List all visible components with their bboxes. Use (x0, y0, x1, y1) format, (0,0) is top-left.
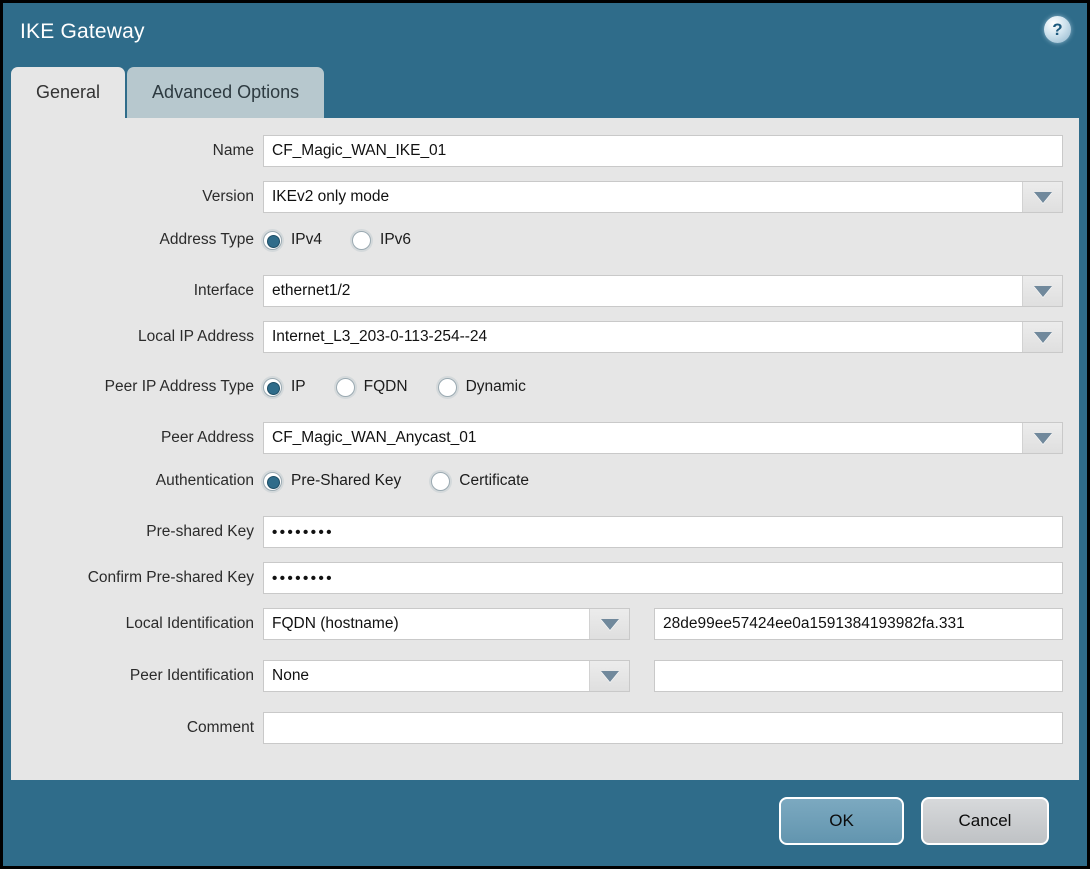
comment-label: Comment (186, 719, 254, 736)
chevron-down-icon (1033, 191, 1052, 203)
local-identification-type-dropdown[interactable] (263, 608, 630, 640)
peer-identification-dropdown-button[interactable] (589, 661, 629, 691)
radio-ipv6[interactable]: IPv6 (352, 230, 412, 250)
peer-identification-label: Peer Identification (129, 667, 254, 684)
peer-address-value[interactable] (264, 423, 1022, 453)
local-ip-value[interactable] (264, 322, 1022, 352)
radio-pre-shared-key[interactable]: Pre-Shared Key (263, 471, 402, 491)
radio-certificate[interactable]: Certificate (431, 471, 530, 491)
peer-identification-row: Peer Identification (11, 660, 1079, 692)
radio-button-icon[interactable] (263, 230, 282, 250)
name-input[interactable] (263, 135, 1063, 167)
cancel-button[interactable]: Cancel (921, 797, 1049, 845)
radio-ipv6-label: IPv6 (380, 231, 412, 248)
version-dropdown[interactable] (263, 181, 1063, 213)
radio-psk-label: Pre-Shared Key (291, 472, 402, 489)
chevron-down-icon (1033, 331, 1052, 343)
local-ip-label: Local IP Address (137, 328, 254, 345)
peer-address-row: Peer Address (11, 422, 1079, 454)
address-type-label: Address Type (159, 231, 255, 248)
local-ip-dropdown-button[interactable] (1022, 322, 1062, 352)
radio-ip[interactable]: IP (263, 377, 306, 397)
peer-identification-value-input[interactable] (654, 660, 1063, 692)
tab-bar: General Advanced Options (3, 67, 1087, 118)
ike-gateway-dialog: IKE Gateway ? General Advanced Options N… (0, 0, 1090, 869)
peer-identification-type-value[interactable] (264, 661, 589, 691)
peer-ip-type-label: Peer IP Address Type (104, 378, 254, 395)
interface-dropdown-button[interactable] (1022, 276, 1062, 306)
confirm-psk-row: Confirm Pre-shared Key (11, 562, 1079, 594)
interface-value[interactable] (264, 276, 1022, 306)
confirm-psk-label: Confirm Pre-shared Key (87, 569, 254, 586)
radio-button-icon[interactable] (335, 377, 355, 397)
radio-button-icon[interactable] (263, 471, 282, 491)
radio-fqdn-label: FQDN (363, 378, 408, 395)
interface-label: Interface (193, 282, 254, 299)
radio-button-icon[interactable] (352, 230, 372, 250)
interface-dropdown[interactable] (263, 275, 1063, 307)
radio-button-icon[interactable] (263, 377, 282, 397)
radio-certificate-label: Certificate (459, 472, 530, 489)
name-label: Name (212, 142, 254, 159)
peer-address-dropdown[interactable] (263, 422, 1063, 454)
version-dropdown-button[interactable] (1022, 182, 1062, 212)
general-tab-panel: Name Version Address Type (11, 118, 1079, 780)
local-identification-dropdown-button[interactable] (589, 609, 629, 639)
radio-button-icon[interactable] (431, 471, 451, 491)
peer-address-dropdown-button[interactable] (1022, 423, 1062, 453)
comment-row: Comment (11, 712, 1079, 744)
psk-row: Pre-shared Key (11, 516, 1079, 548)
ok-button[interactable]: OK (779, 797, 904, 845)
radio-dynamic[interactable]: Dynamic (437, 377, 526, 397)
version-value[interactable] (264, 182, 1022, 212)
authentication-label: Authentication (155, 472, 254, 489)
psk-input[interactable] (263, 516, 1063, 548)
local-ip-dropdown[interactable] (263, 321, 1063, 353)
chevron-down-icon (1033, 432, 1052, 444)
version-row: Version (11, 181, 1079, 213)
radio-dynamic-label: Dynamic (465, 378, 526, 395)
authentication-row: Authentication Pre-Shared Key Certificat… (11, 468, 1079, 494)
local-ip-row: Local IP Address (11, 321, 1079, 353)
peer-ip-type-row: Peer IP Address Type IP FQDN Dynamic (11, 374, 1079, 400)
radio-ipv4-label: IPv4 (291, 231, 323, 248)
version-label: Version (202, 188, 254, 205)
chevron-down-icon (600, 618, 619, 630)
chevron-down-icon (1033, 285, 1052, 297)
chevron-down-icon (600, 670, 619, 682)
dialog-footer: OK Cancel (3, 780, 1087, 845)
local-identification-value-input[interactable] (654, 608, 1063, 640)
confirm-psk-input[interactable] (263, 562, 1063, 594)
radio-fqdn[interactable]: FQDN (335, 377, 408, 397)
local-identification-row: Local Identification (11, 608, 1079, 640)
address-type-row: Address Type IPv4 IPv6 (11, 227, 1079, 253)
comment-input[interactable] (263, 712, 1063, 744)
radio-button-icon[interactable] (437, 377, 457, 397)
peer-address-label: Peer Address (160, 429, 254, 446)
radio-ip-label: IP (291, 378, 306, 395)
psk-label: Pre-shared Key (146, 523, 254, 540)
interface-row: Interface (11, 275, 1079, 307)
name-row: Name (11, 135, 1079, 167)
local-identification-type-value[interactable] (264, 609, 589, 639)
dialog-titlebar: IKE Gateway ? (3, 3, 1087, 67)
tab-advanced-options[interactable]: Advanced Options (127, 67, 325, 118)
peer-identification-type-dropdown[interactable] (263, 660, 630, 692)
tab-general[interactable]: General (11, 67, 126, 118)
local-identification-label: Local Identification (125, 615, 254, 632)
radio-ipv4[interactable]: IPv4 (263, 230, 323, 250)
dialog-title: IKE Gateway (20, 20, 145, 43)
help-icon[interactable]: ? (1044, 16, 1071, 43)
